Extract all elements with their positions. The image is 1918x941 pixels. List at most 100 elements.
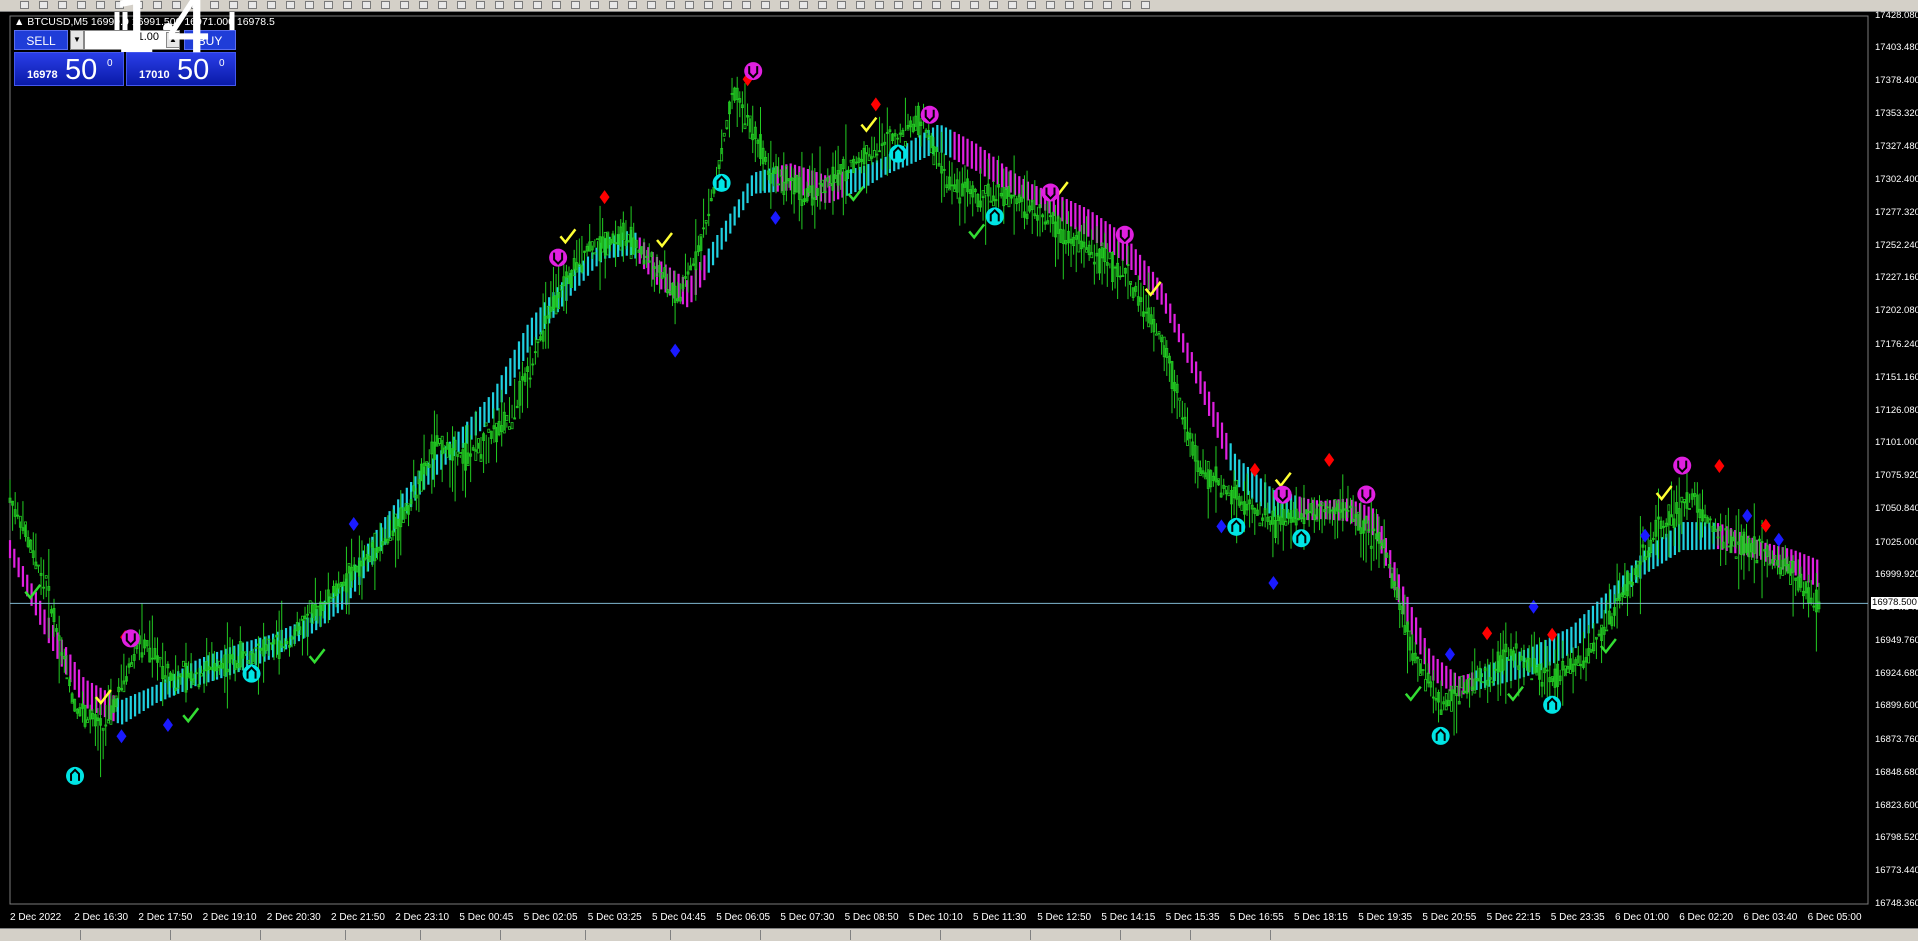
- sell-price-box[interactable]: 16978 50 0: [14, 52, 124, 86]
- toolbar-button-icon[interactable]: [248, 1, 257, 9]
- sell-button[interactable]: SELL: [14, 30, 68, 50]
- lot-decrease-icon[interactable]: ▼: [70, 30, 84, 50]
- toolbar-button-icon[interactable]: [324, 1, 333, 9]
- toolbar-button-icon[interactable]: [685, 1, 694, 9]
- toolbar-button-icon[interactable]: [400, 1, 409, 9]
- toolbar-button-icon[interactable]: [932, 1, 941, 9]
- chart-tabs-bar: [0, 928, 1918, 941]
- time-axis-label: 2 Dec 2022: [10, 912, 62, 923]
- toolbar-button-icon[interactable]: [476, 1, 485, 9]
- time-axis-label: 5 Dec 12:50: [1037, 912, 1092, 923]
- chart-tab[interactable]: [1190, 930, 1271, 940]
- time-axis-label: 5 Dec 20:55: [1422, 912, 1477, 923]
- toolbar-button-icon[interactable]: [286, 1, 295, 9]
- toolbar-button-icon[interactable]: [761, 1, 770, 9]
- chart-tab[interactable]: [90, 930, 171, 940]
- buy-diamond-icon: [348, 516, 359, 531]
- toolbar-button-icon[interactable]: [970, 1, 979, 9]
- candle-body: [200, 672, 203, 677]
- toolbar-button-icon[interactable]: [571, 1, 580, 9]
- toolbar-button-icon[interactable]: [552, 1, 561, 9]
- chart-area[interactable]: ▲ BTCUSD,M5 16990.0 16991.500 16971.000 …: [0, 0, 1918, 928]
- time-axis-label: 5 Dec 15:35: [1165, 912, 1220, 923]
- candle-body: [722, 132, 726, 137]
- price-axis-label: 17428.080: [1875, 10, 1918, 21]
- chart-tab[interactable]: [950, 930, 1031, 940]
- toolbar-button-icon[interactable]: [989, 1, 998, 9]
- candle-body: [1227, 492, 1231, 497]
- chart-tab[interactable]: [340, 930, 421, 940]
- chart-tab[interactable]: [1110, 930, 1191, 940]
- candle-body: [1178, 397, 1182, 401]
- toolbar-button-icon[interactable]: [837, 1, 846, 9]
- toolbar-button-icon[interactable]: [267, 1, 276, 9]
- toolbar-button-icon[interactable]: [1141, 1, 1150, 9]
- chart-tab[interactable]: [680, 930, 761, 940]
- toolbar-button-icon[interactable]: [1008, 1, 1017, 9]
- toolbar-button-icon[interactable]: [723, 1, 732, 9]
- chart-tab[interactable]: [590, 930, 671, 940]
- buy-price-small: 17010: [139, 69, 170, 81]
- price-axis-label: 17202.080: [1875, 305, 1918, 317]
- toolbar-button-icon[interactable]: [666, 1, 675, 9]
- toolbar-button-icon[interactable]: [628, 1, 637, 9]
- chart-tab[interactable]: [770, 930, 851, 940]
- price-axis[interactable]: 17428.080 17403.480 17378.400 17353.320 1732…: [1870, 10, 1918, 928]
- toolbar-button-icon[interactable]: [58, 1, 67, 9]
- toolbar-button-icon[interactable]: [609, 1, 618, 9]
- time-axis[interactable]: 2 Dec 2022 2 Dec 16:30 2 Dec 17:50 2 Dec 19…: [0, 910, 1870, 928]
- chart-tab[interactable]: [1040, 930, 1121, 940]
- toolbar-button-icon[interactable]: [818, 1, 827, 9]
- chart-tab[interactable]: [265, 930, 346, 940]
- toolbar-button-icon[interactable]: [1084, 1, 1093, 9]
- price-axis-label: 17327.480: [1875, 141, 1918, 153]
- toolbar-button-icon[interactable]: [951, 1, 960, 9]
- toolbar-button-icon[interactable]: [229, 1, 238, 9]
- toolbar-button-icon[interactable]: [381, 1, 390, 9]
- time-axis-label: 6 Dec 02:20: [1679, 912, 1734, 923]
- toolbar-button-icon[interactable]: [77, 1, 86, 9]
- chart-tab[interactable]: [860, 930, 941, 940]
- toolbar-button-icon[interactable]: [780, 1, 789, 9]
- toolbar-button-icon[interactable]: [20, 1, 29, 9]
- toolbar-button-icon[interactable]: [1027, 1, 1036, 9]
- chart-tab[interactable]: [505, 930, 586, 940]
- toolbar-button-icon[interactable]: [894, 1, 903, 9]
- time-axis-label: 5 Dec 23:35: [1550, 912, 1605, 923]
- candle-body: [1421, 669, 1425, 671]
- toolbar-button-icon[interactable]: [305, 1, 314, 9]
- time-axis-label: 5 Dec 11:30: [973, 912, 1027, 923]
- toolbar-button-icon[interactable]: [457, 1, 466, 9]
- toolbar-button-icon[interactable]: [875, 1, 884, 9]
- toolbar-button-icon[interactable]: [856, 1, 865, 9]
- toolbar-button-icon[interactable]: [39, 1, 48, 9]
- chart-tab[interactable]: [420, 930, 501, 940]
- toolbar-button-icon[interactable]: [343, 1, 352, 9]
- toolbar-button-icon[interactable]: [1122, 1, 1131, 9]
- candle-body: [593, 252, 597, 255]
- toolbar-button-icon[interactable]: [362, 1, 371, 9]
- toolbar-button-icon[interactable]: [1103, 1, 1112, 9]
- toolbar-button-icon[interactable]: [1065, 1, 1074, 9]
- price-chart[interactable]: [0, 12, 1918, 928]
- sell-diamond-icon: [870, 97, 881, 112]
- chart-tab[interactable]: [0, 930, 81, 940]
- toolbar-button-icon[interactable]: [533, 1, 542, 9]
- candle-body: [37, 564, 40, 567]
- toolbar-button-icon[interactable]: [438, 1, 447, 9]
- toolbar-button-icon[interactable]: [1046, 1, 1055, 9]
- chart-tab[interactable]: [180, 930, 261, 940]
- time-axis-label: 5 Dec 16:55: [1229, 912, 1284, 923]
- toolbar-button-icon[interactable]: [704, 1, 713, 9]
- time-axis-label: 2 Dec 17:50: [138, 912, 193, 923]
- toolbar-button-icon[interactable]: [514, 1, 523, 9]
- toolbar-button-icon[interactable]: [96, 1, 105, 9]
- toolbar-button-icon[interactable]: [799, 1, 808, 9]
- toolbar-button-icon[interactable]: [647, 1, 656, 9]
- toolbar-button-icon[interactable]: [495, 1, 504, 9]
- toolbar-button-icon[interactable]: [742, 1, 751, 9]
- toolbar-button-icon[interactable]: [913, 1, 922, 9]
- toolbar-button-icon[interactable]: [590, 1, 599, 9]
- price-axis-label: 17277.320: [1875, 206, 1918, 218]
- toolbar-button-icon[interactable]: [419, 1, 428, 9]
